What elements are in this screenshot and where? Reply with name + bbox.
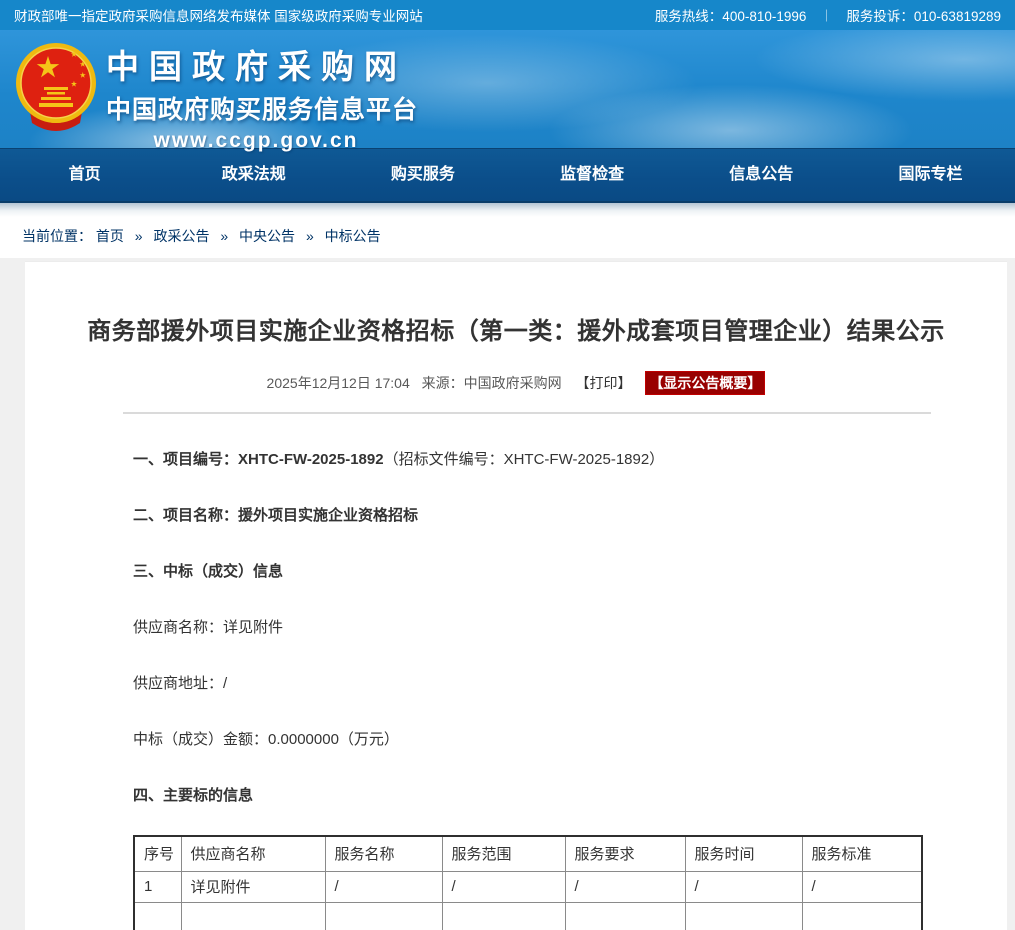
cell-seq bbox=[134, 902, 181, 930]
section-award-info: 三、中标（成交）信息 bbox=[133, 562, 1007, 581]
article-body: 一、项目编号：XHTC-FW-2025-1892（招标文件编号：XHTC-FW-… bbox=[133, 450, 1007, 930]
nav-item-international[interactable]: 国际专栏 bbox=[846, 149, 1015, 201]
col-header-service-name: 服务名称 bbox=[325, 836, 442, 871]
nav-item-announcements[interactable]: 信息公告 bbox=[677, 149, 846, 201]
main-nav: 首页 政采法规 购买服务 监督检查 信息公告 国际专栏 bbox=[0, 148, 1015, 203]
cell-seq: 1 bbox=[134, 871, 181, 902]
breadcrumb-item-procurement-notices[interactable]: 政采公告 bbox=[153, 228, 209, 244]
breadcrumb-item-central-notices[interactable]: 中央公告 bbox=[239, 228, 295, 244]
breadcrumb-item-home[interactable]: 首页 bbox=[96, 228, 124, 244]
nav-item-purchase-services[interactable]: 购买服务 bbox=[338, 149, 507, 201]
print-button[interactable]: 【打印】 bbox=[576, 375, 632, 391]
table-header-row: 序号 供应商名称 服务名称 服务范围 服务要求 服务时间 服务标准 bbox=[134, 836, 922, 871]
nav-item-supervision[interactable]: 监督检查 bbox=[508, 149, 677, 201]
article-meta: 2025年12月12日 17:04 来源：中国政府采购网 【打印】 【显示公告概… bbox=[25, 371, 1007, 395]
site-url[interactable]: www.ccgp.gov.cn bbox=[106, 129, 406, 153]
section-main-subject: 四、主要标的信息 bbox=[133, 786, 1007, 805]
national-emblem-icon bbox=[14, 39, 98, 135]
section-project-name: 二、项目名称：援外项目实施企业资格招标 bbox=[133, 506, 1007, 525]
cell-supplier: 详见附件 bbox=[181, 871, 325, 902]
col-header-seq: 序号 bbox=[134, 836, 181, 871]
content-wrap: 商务部援外项目实施企业资格招标（第一类：援外成套项目管理企业）结果公示 2025… bbox=[0, 258, 1015, 930]
cell-service-requirement bbox=[565, 902, 685, 930]
nav-fade-strip bbox=[0, 203, 1015, 217]
topbar-slogan: 财政部唯一指定政府采购信息网络发布媒体 国家级政府采购专业网站 bbox=[14, 5, 423, 25]
cell-supplier bbox=[181, 902, 325, 930]
col-header-service-standard: 服务标准 bbox=[802, 836, 922, 871]
cell-service-standard: / bbox=[802, 871, 922, 902]
page-title: 商务部援外项目实施企业资格招标（第一类：援外成套项目管理企业）结果公示 bbox=[25, 262, 1007, 346]
article-panel: 商务部援外项目实施企业资格招标（第一类：援外成套项目管理企业）结果公示 2025… bbox=[25, 261, 1007, 930]
cell-service-time: / bbox=[685, 871, 802, 902]
topbar: 财政部唯一指定政府采购信息网络发布媒体 国家级政府采购专业网站 服务热线：400… bbox=[0, 0, 1015, 30]
table-row bbox=[134, 902, 922, 930]
article-source: 来源：中国政府采购网 bbox=[422, 375, 562, 391]
topbar-contacts: 服务热线：400-810-1996 ｜ 服务投诉：010-63819289 bbox=[655, 5, 1001, 25]
nav-item-home[interactable]: 首页 bbox=[0, 149, 169, 201]
cell-service-name bbox=[325, 902, 442, 930]
cell-service-requirement: / bbox=[565, 871, 685, 902]
cell-service-time bbox=[685, 902, 802, 930]
table-row: 1 详见附件 / / / / / bbox=[134, 871, 922, 902]
award-amount-line: 中标（成交）金额：0.0000000（万元） bbox=[133, 730, 1007, 749]
service-hotline: 服务热线：400-810-1996 bbox=[655, 5, 807, 25]
site-branding: 中国政府采购网 中国政府购买服务信息平台 www.ccgp.gov.cn bbox=[106, 40, 406, 153]
breadcrumb: 当前位置： 首页 » 政采公告 » 中央公告 » 中标公告 bbox=[0, 217, 1015, 258]
supplier-name-line: 供应商名称：详见附件 bbox=[133, 618, 1007, 637]
col-header-service-requirement: 服务要求 bbox=[565, 836, 685, 871]
service-complaint: 服务投诉：010-63819289 bbox=[846, 5, 1001, 25]
nav-item-regulations[interactable]: 政采法规 bbox=[169, 149, 338, 201]
page: 财政部唯一指定政府采购信息网络发布媒体 国家级政府采购专业网站 服务热线：400… bbox=[0, 0, 1015, 930]
site-subtitle: 中国政府购买服务信息平台 bbox=[106, 90, 406, 126]
publish-datetime: 2025年12月12日 17:04 bbox=[267, 375, 410, 391]
breadcrumb-label: 当前位置： bbox=[22, 228, 92, 244]
breadcrumb-item-award-notices[interactable]: 中标公告 bbox=[325, 228, 381, 244]
cell-service-standard bbox=[802, 902, 922, 930]
col-header-supplier: 供应商名称 bbox=[181, 836, 325, 871]
breadcrumb-separator: » bbox=[306, 228, 314, 244]
subject-info-table: 序号 供应商名称 服务名称 服务范围 服务要求 服务时间 服务标准 1 详见附件… bbox=[133, 835, 923, 930]
show-summary-button[interactable]: 【显示公告概要】 bbox=[645, 371, 765, 395]
cell-service-scope bbox=[442, 902, 565, 930]
meta-divider bbox=[123, 412, 931, 414]
breadcrumb-separator: » bbox=[220, 228, 228, 244]
breadcrumb-separator: » bbox=[135, 228, 143, 244]
topbar-separator: ｜ bbox=[820, 7, 832, 24]
site-header: 中国政府采购网 中国政府购买服务信息平台 www.ccgp.gov.cn bbox=[0, 30, 1015, 148]
section-project-number: 一、项目编号：XHTC-FW-2025-1892（招标文件编号：XHTC-FW-… bbox=[133, 450, 1007, 469]
col-header-service-time: 服务时间 bbox=[685, 836, 802, 871]
supplier-address-line: 供应商地址：/ bbox=[133, 674, 1007, 693]
cell-service-name: / bbox=[325, 871, 442, 902]
site-name[interactable]: 中国政府采购网 bbox=[106, 40, 406, 88]
cell-service-scope: / bbox=[442, 871, 565, 902]
col-header-service-scope: 服务范围 bbox=[442, 836, 565, 871]
